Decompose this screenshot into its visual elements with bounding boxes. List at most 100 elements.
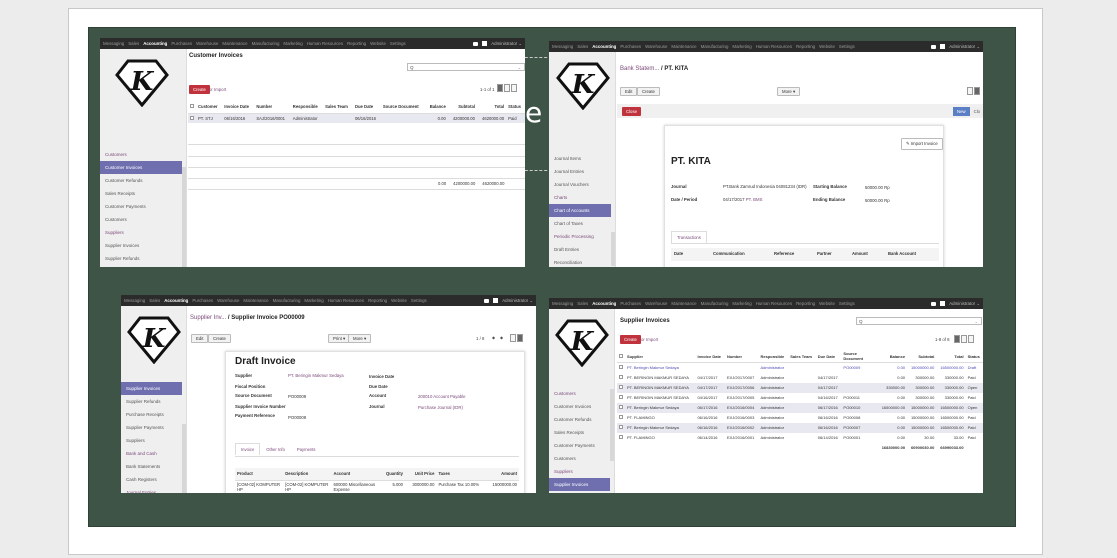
journal-value[interactable]: Purchase Journal (IDR) bbox=[418, 405, 463, 410]
sidebar-item-supplier-payments[interactable]: Supplier Payments bbox=[121, 421, 182, 434]
nav-item-warehouse[interactable]: Warehouse bbox=[645, 44, 667, 49]
column-header-responsible[interactable]: Responsible bbox=[290, 101, 324, 114]
table-row[interactable]: PT. Beringin Makmur Sedaya 06/16/2016 EXJ/… bbox=[617, 422, 983, 433]
pager[interactable]: 1-1 of 1 bbox=[480, 87, 495, 92]
column-header-date[interactable]: Date bbox=[674, 251, 683, 256]
pager-next-icon[interactable]: ◆ bbox=[500, 335, 503, 340]
tab-transactions[interactable]: Transactions bbox=[671, 231, 707, 243]
nav-item-sales[interactable]: Sales bbox=[577, 44, 588, 49]
sidebar-item-journal-entries[interactable]: Journal Entries bbox=[549, 165, 611, 178]
column-header-total[interactable]: Total bbox=[936, 350, 966, 363]
row-checkbox[interactable] bbox=[619, 365, 623, 370]
sidebar-scrollbar[interactable] bbox=[610, 389, 614, 461]
source-document-value[interactable]: PO00009 bbox=[288, 394, 306, 399]
user-menu[interactable]: Administrator ⌄ bbox=[949, 301, 980, 307]
breadcrumb-link[interactable]: Bank Statem... bbox=[620, 66, 659, 72]
nav-item-purchases[interactable]: Purchases bbox=[192, 298, 213, 303]
row-checkbox[interactable] bbox=[619, 385, 623, 389]
column-header-total[interactable]: Total bbox=[476, 101, 507, 114]
nav-item-messaging[interactable]: Messaging bbox=[552, 44, 573, 49]
row-select-cell[interactable] bbox=[617, 393, 625, 403]
ending-balance-value[interactable]: 50000.00 Rp bbox=[865, 198, 890, 203]
sidebar-item-draft-entries[interactable]: Draft Entries bbox=[549, 243, 611, 256]
table-row[interactable]: PT. BERINGIN MAKMUR SEDAYA 04/17/2017 EXJ/… bbox=[617, 373, 983, 383]
column-header-due-date[interactable]: Due Date bbox=[815, 350, 842, 363]
period-value[interactable]: PT. BMS bbox=[746, 197, 763, 202]
avatar[interactable] bbox=[940, 301, 946, 306]
column-header-invoice-date[interactable]: Invoice Date bbox=[222, 101, 255, 114]
row-select-cell[interactable] bbox=[617, 373, 625, 383]
list-view-icon[interactable] bbox=[510, 334, 516, 342]
avatar[interactable] bbox=[493, 298, 499, 303]
table-row[interactable]: PT. BERINGIN MAKMUR SEDAYA 04/16/2017 EXJ/… bbox=[617, 393, 983, 403]
status-new[interactable]: New bbox=[953, 107, 970, 116]
row-select-cell[interactable] bbox=[188, 113, 196, 123]
row-select-cell[interactable] bbox=[617, 363, 625, 373]
column-header-bank-account[interactable]: Bank Account bbox=[888, 251, 916, 256]
column-header-supplier[interactable]: Supplier bbox=[625, 350, 696, 363]
column-header-amount[interactable]: Amount bbox=[484, 468, 519, 481]
sidebar-item-supplier-invoices[interactable]: Supplier Invoices bbox=[549, 478, 610, 491]
sidebar-item-supplier-invoices[interactable]: Supplier Invoices bbox=[100, 239, 182, 252]
search-input[interactable]: Q ⌄ bbox=[856, 317, 982, 325]
sidebar-item-chart-of-taxes[interactable]: Chart of Taxes bbox=[549, 217, 611, 230]
chat-icon[interactable] bbox=[484, 298, 490, 303]
form-view-icon[interactable] bbox=[517, 334, 523, 342]
column-header-quantity[interactable]: Quantity bbox=[379, 468, 405, 481]
chat-icon[interactable] bbox=[931, 301, 937, 306]
sidebar-item-supplier-refunds[interactable]: Supplier Refunds bbox=[100, 252, 182, 265]
more-button[interactable]: More ▾ bbox=[777, 87, 801, 96]
list-view-icon[interactable] bbox=[954, 335, 960, 343]
nav-item-sales[interactable]: Sales bbox=[577, 301, 588, 306]
nav-item-maintenance[interactable]: Maintenance bbox=[243, 298, 268, 303]
sidebar-item-reconciliation[interactable]: Reconciliation bbox=[549, 256, 611, 267]
sidebar-item-bank-statements[interactable]: Bank Statements bbox=[121, 460, 182, 473]
supplier-value[interactable]: PT. Beringin Makmur Sedaya bbox=[288, 373, 344, 378]
pager[interactable]: 1 / 8 bbox=[476, 336, 484, 341]
sidebar-item-customer-payments[interactable]: Customer Payments bbox=[549, 439, 610, 452]
column-header-status[interactable]: Status bbox=[965, 350, 983, 363]
payment-reference-value[interactable]: PO00009 bbox=[288, 415, 306, 420]
nav-item-settings[interactable]: Settings bbox=[411, 298, 427, 303]
column-header-taxes[interactable]: Taxes bbox=[436, 468, 485, 481]
search-input[interactable]: Q ⌄ bbox=[407, 63, 525, 71]
sidebar-item-supplier-refunds[interactable]: Supplier Refunds bbox=[121, 395, 182, 408]
list-view-icon[interactable] bbox=[967, 87, 973, 95]
sidebar-item-sales-receipts[interactable]: Sales Receipts bbox=[549, 426, 610, 439]
more-button[interactable]: More ▾ bbox=[348, 334, 372, 343]
sidebar-item-sales-receipts[interactable]: Sales Receipts bbox=[100, 187, 182, 200]
import-link[interactable]: or Import bbox=[641, 337, 658, 342]
sidebar-item-customer-invoices[interactable]: Customer Invoices bbox=[100, 161, 182, 174]
column-header-reference[interactable]: Reference bbox=[774, 251, 794, 256]
table-row[interactable]: PT. STJ 06/16/2016 SAJ/2016/0001 Administra… bbox=[188, 113, 525, 123]
row-select-cell[interactable] bbox=[617, 402, 625, 413]
table-row[interactable]: PT. FLAMINGO 06/16/2016 EXJ/2016/0003 Admin… bbox=[617, 413, 983, 423]
column-header-sales-team[interactable]: Sales Team bbox=[788, 350, 816, 363]
import-link[interactable]: or Import bbox=[209, 87, 226, 92]
sidebar-scrollbar[interactable] bbox=[611, 232, 615, 266]
nav-item-purchases[interactable]: Purchases bbox=[171, 41, 192, 46]
chat-icon[interactable] bbox=[931, 44, 937, 49]
nav-item-human-resources[interactable]: Human Resources bbox=[756, 44, 792, 49]
close-button[interactable]: Close bbox=[622, 107, 641, 116]
table-row[interactable]: PT. Beringin Makmur Sedaya 06/17/2016 EXJ/… bbox=[617, 402, 983, 413]
sidebar-item-supplier-invoices[interactable]: Supplier Invoices bbox=[121, 382, 182, 395]
graph-view-icon[interactable] bbox=[968, 335, 974, 343]
nav-item-marketing[interactable]: Marketing bbox=[304, 298, 323, 303]
nav-item-reporting[interactable]: Reporting bbox=[347, 41, 366, 46]
select-all-checkbox[interactable] bbox=[619, 353, 623, 358]
nav-item-messaging[interactable]: Messaging bbox=[103, 41, 124, 46]
nav-item-human-resources[interactable]: Human Resources bbox=[756, 301, 792, 306]
column-header-product[interactable]: Product bbox=[235, 468, 284, 481]
journal-value[interactable]: PT.Bank Zamrud Indonesia 04081234 (IDR) bbox=[723, 184, 807, 189]
avatar[interactable] bbox=[482, 41, 488, 46]
create-button[interactable]: Create bbox=[189, 85, 210, 94]
date-value[interactable]: 04/17/2017 PT. BMS bbox=[723, 197, 762, 202]
column-header-amount[interactable]: Amount bbox=[852, 251, 868, 256]
breadcrumb-link[interactable]: Supplier Inv... bbox=[190, 315, 226, 321]
row-checkbox[interactable] bbox=[619, 435, 623, 439]
nav-item-human-resources[interactable]: Human Resources bbox=[307, 41, 343, 46]
column-header-source-document[interactable]: Source Document bbox=[841, 350, 878, 363]
column-header-sales-team[interactable]: Sales Team bbox=[323, 101, 353, 114]
nav-item-human-resources[interactable]: Human Resources bbox=[328, 298, 364, 303]
